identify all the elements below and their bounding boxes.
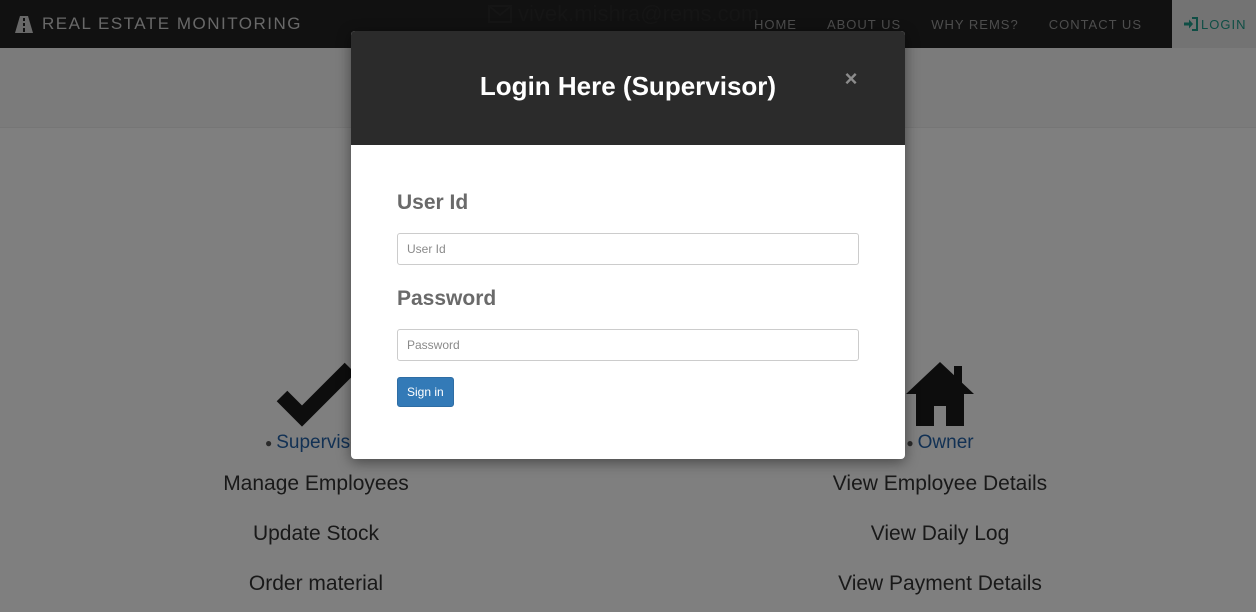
modal-body: User Id Password Sign in [351,145,905,407]
modal-header: Login Here (Supervisor) × [351,31,905,145]
password-input[interactable] [397,329,859,361]
password-label: Password [397,287,497,310]
close-icon[interactable]: × [841,67,861,91]
user-id-label: User Id [397,191,469,214]
modal-title: Login Here (Supervisor) [479,71,777,101]
user-id-input[interactable] [397,233,859,265]
sign-in-button[interactable]: Sign in [397,377,454,407]
login-modal: Login Here (Supervisor) × User Id Passwo… [351,31,905,459]
